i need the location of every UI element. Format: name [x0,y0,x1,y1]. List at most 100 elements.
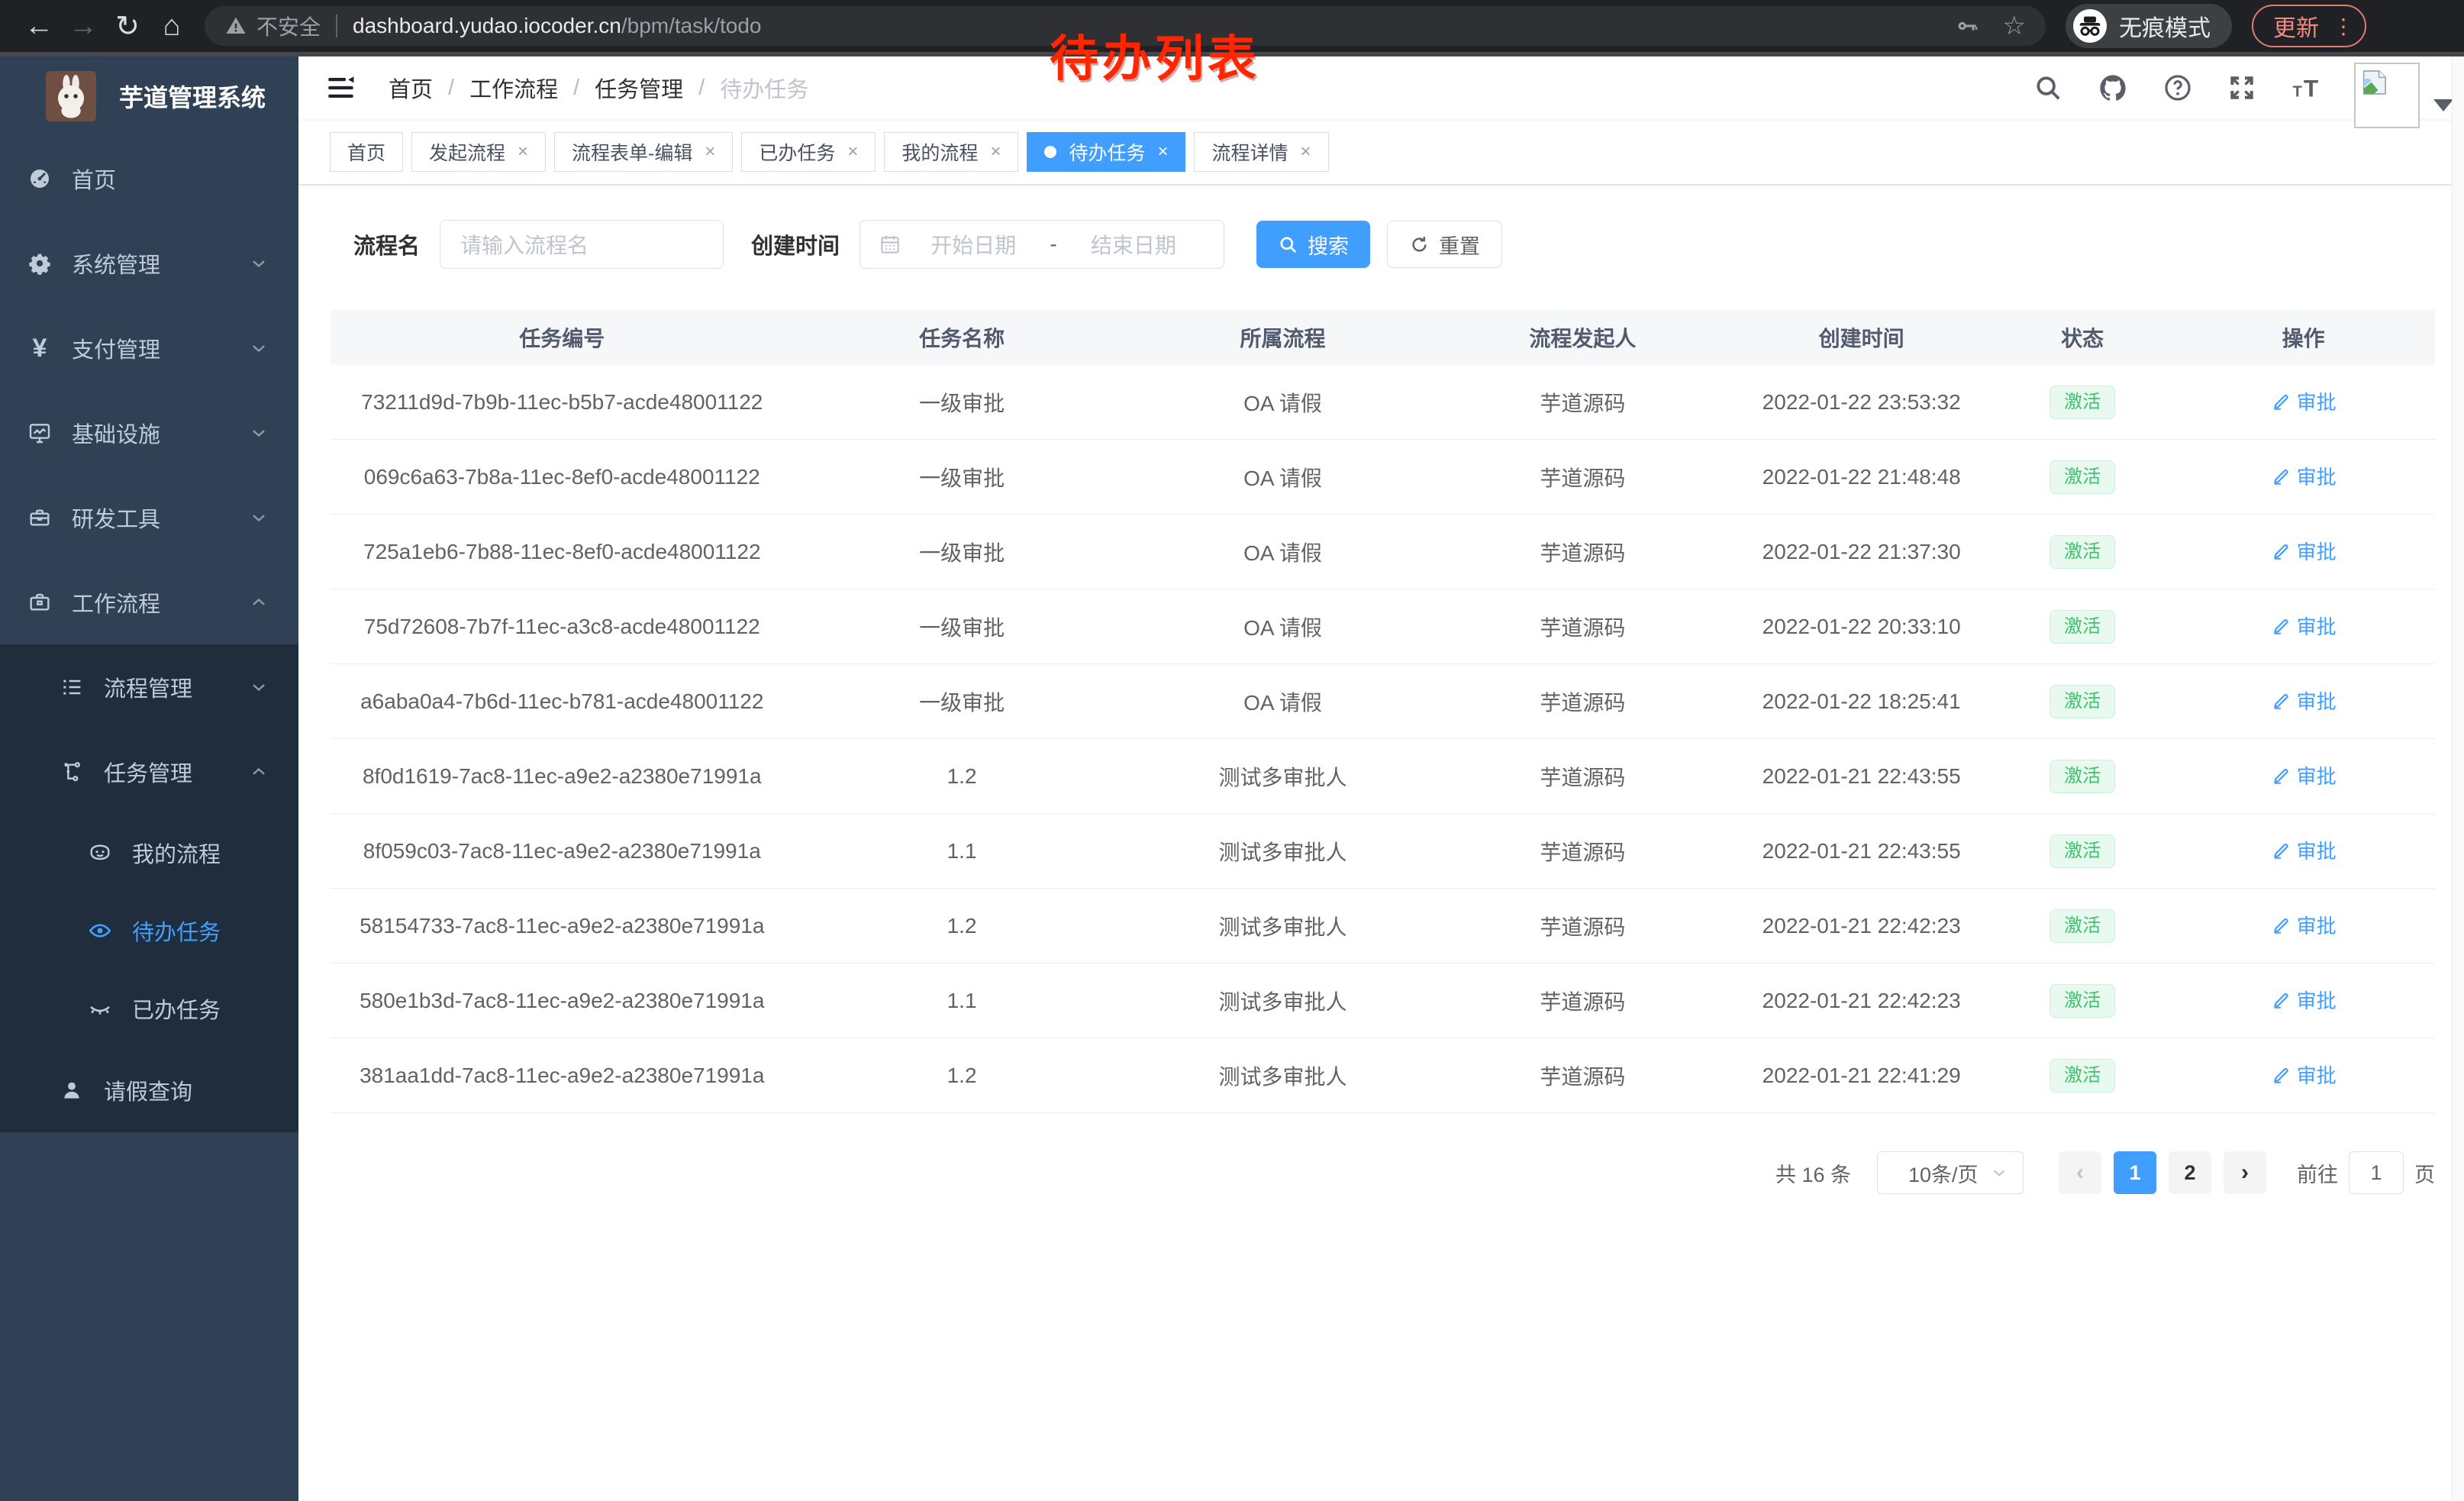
pagination-bar: 共 16 条10条/页‹12›前往1页 [331,1151,2435,1225]
fullscreen-icon[interactable] [2227,73,2256,102]
breadcrumb-home[interactable]: 首页 [389,72,433,104]
sidebar-item-home[interactable]: 首页 [0,136,298,221]
tab-close-icon[interactable]: × [990,143,1001,161]
approve-link[interactable]: 审批 [2271,986,2337,1014]
approve-link[interactable]: 审批 [2271,1060,2337,1089]
edit-pencil-icon [2271,915,2291,935]
tab-label: 首页 [347,138,385,166]
sidebar-item-my-process[interactable]: 我的流程 [0,814,298,892]
task-id-cell: 58154733-7ac8-11ec-a9e2-a2380e71991a [331,914,794,938]
approve-link[interactable]: 审批 [2271,911,2337,939]
tab-close-icon[interactable]: × [1301,143,1311,161]
created-cell: 2022-01-22 21:48:48 [1730,465,1993,489]
tab-done-tasks[interactable]: 已办任务× [741,132,876,172]
column-header-5: 状态 [1993,322,2172,353]
avatar-dropdown-caret[interactable] [2433,99,2453,111]
sidebar-item-workflow[interactable]: 工作流程 [0,560,298,644]
chevron-down-icon [248,507,269,528]
end-date-placeholder[interactable]: 结束日期 [1062,229,1205,260]
sidebar-logo-row[interactable]: 芋道管理系统 [0,56,298,136]
todo-task-table: 任务编号任务名称所属流程流程发起人创建时间状态操作 73211d9d-7b9b-… [331,310,2435,1113]
approve-link[interactable]: 审批 [2271,612,2337,640]
tab-form-edit[interactable]: 流程表单-编辑× [554,132,733,172]
tab-close-icon[interactable]: × [1157,143,1168,161]
approve-link-label: 审批 [2297,761,2337,789]
sidebar-item-label: 首页 [72,163,116,195]
pagination-page-2[interactable]: 2 [2169,1151,2211,1194]
task-id-cell: 069c6a63-7b8a-11ec-8ef0-acde48001122 [331,465,794,489]
edit-pencil-icon [2271,990,2291,1010]
sidebar-item-dev-tools[interactable]: 研发工具 [0,475,298,560]
starter-cell: 芋道源码 [1435,1060,1730,1091]
status-cell: 激活 [1993,386,2172,419]
process-name-input[interactable]: 请输入流程名 [440,220,724,269]
action-cell: 审批 [2172,836,2435,866]
sidebar-item-system-management[interactable]: 系统管理 [0,221,298,305]
approve-link[interactable]: 审批 [2271,387,2337,415]
sidebar-item-done-tasks[interactable]: 已办任务 [0,970,298,1047]
breadcrumb-workflow[interactable]: 工作流程 [469,72,558,104]
process-cell: 测试多审批人 [1130,986,1436,1016]
tab-close-icon[interactable]: × [847,143,858,161]
approve-link[interactable]: 审批 [2271,462,2337,490]
pagination-page-1[interactable]: 1 [2114,1151,2156,1194]
browser-forward-button[interactable]: → [61,4,105,48]
task-id-cell: 8f0d1619-7ac8-11ec-a9e2-a2380e71991a [331,764,794,789]
tab-todo-tasks[interactable]: 待办任务× [1027,132,1185,172]
page-scrollbar[interactable] [2452,56,2464,1501]
sidebar-collapse-icon[interactable] [324,72,356,104]
approve-link[interactable]: 审批 [2271,761,2337,789]
sidebar-item-label: 基础设施 [72,417,160,449]
page-content: 流程名 请输入流程名 创建时间 开始日期 - 结束日期 [298,185,2464,1501]
browser-menu-icon[interactable]: ⋮ [2333,14,2354,39]
calendar-icon [879,233,901,256]
status-badge: 激活 [2050,685,2115,718]
page-size-select[interactable]: 10条/页 [1877,1151,2024,1194]
action-cell: 审批 [2172,686,2435,716]
password-key-icon[interactable] [1954,13,1980,39]
list-tree-icon [58,675,85,699]
tab-close-icon[interactable]: × [518,143,528,161]
sidebar-item-infrastructure[interactable]: 基础设施 [0,390,298,475]
pagination-goto-input[interactable]: 1 [2349,1151,2404,1194]
starter-cell: 芋道源码 [1435,836,1730,867]
search-button[interactable]: 搜索 [1256,221,1370,268]
create-time-range-picker[interactable]: 开始日期 - 结束日期 [859,220,1224,269]
breadcrumb-task-management[interactable]: 任务管理 [595,72,683,104]
browser-home-button[interactable]: ⌂ [150,4,194,48]
approve-link[interactable]: 审批 [2271,686,2337,715]
start-date-placeholder[interactable]: 开始日期 [901,229,1045,260]
approve-link[interactable]: 审批 [2271,836,2337,864]
url-host: dashboard.yudao.iocoder.cn [353,14,621,38]
browser-reload-button[interactable]: ↻ [105,4,150,48]
bookmark-star-icon[interactable]: ☆ [2003,11,2026,41]
search-icon[interactable] [2033,73,2062,102]
tab-start-process[interactable]: 发起流程× [411,132,546,172]
help-icon[interactable] [2163,73,2192,102]
browser-back-button[interactable]: ← [17,4,61,48]
approve-link[interactable]: 审批 [2271,537,2337,565]
sidebar-item-leave-query[interactable]: 请假查询 [0,1047,298,1132]
tab-my-process[interactable]: 我的流程× [884,132,1018,172]
user-icon [58,1078,85,1102]
sidebar-item-todo-tasks[interactable]: 待办任务 [0,892,298,970]
github-icon[interactable] [2098,73,2128,103]
process-cell: OA 请假 [1130,387,1436,418]
tab-home[interactable]: 首页 [330,132,403,172]
process-cell: OA 请假 [1130,537,1436,567]
sidebar-item-task-management[interactable]: 任务管理 [0,729,298,814]
pagination-next-button[interactable]: › [2224,1151,2266,1194]
tab-process-detail[interactable]: 流程详情× [1194,132,1328,172]
sidebar-item-process-management[interactable]: 流程管理 [0,644,298,729]
task-name-cell: 一级审批 [794,686,1130,717]
sidebar-item-payment-management[interactable]: ¥支付管理 [0,305,298,390]
status-badge: 激活 [2050,760,2115,793]
user-avatar-broken-image[interactable] [2354,63,2420,128]
tab-close-icon[interactable]: × [705,143,715,161]
reset-button[interactable]: 重置 [1387,221,1502,268]
sidebar-item-label: 任务管理 [104,756,192,788]
browser-update-button[interactable]: 更新 ⋮ [2252,5,2366,47]
font-size-icon[interactable]: TT [2291,73,2322,103]
pagination-prev-button[interactable]: ‹ [2059,1151,2101,1194]
action-cell: 审批 [2172,387,2435,417]
